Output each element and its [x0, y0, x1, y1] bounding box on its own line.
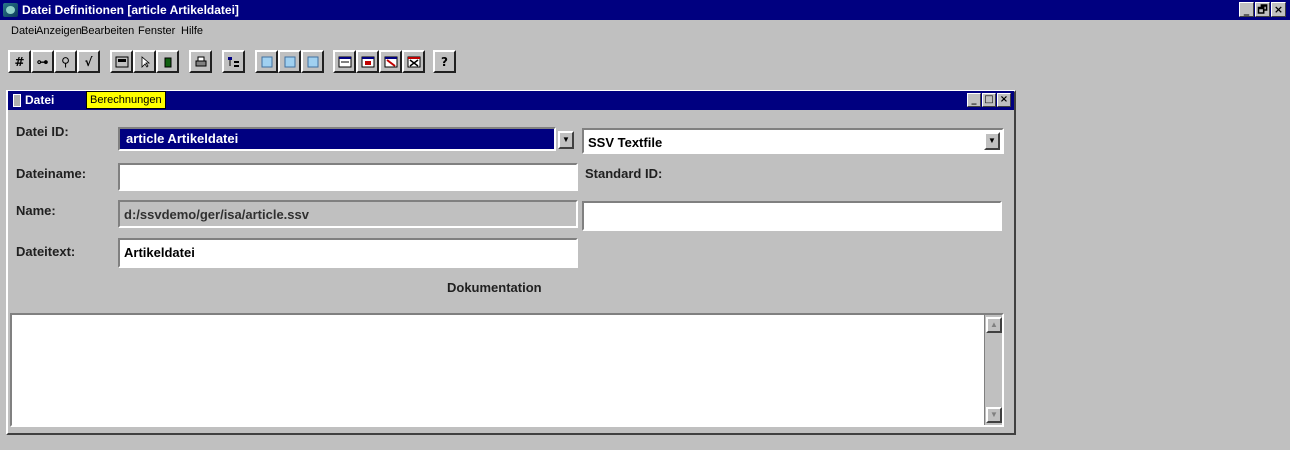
scroll-down-icon[interactable]: ▼ [986, 407, 1002, 423]
dateiname-label: Dateiname: [16, 166, 87, 181]
file-type-dropdown-icon[interactable]: ▼ [984, 132, 1000, 150]
name-label: Name: [16, 203, 56, 218]
page-icon[interactable] [278, 50, 301, 73]
app-icon[interactable] [3, 3, 18, 17]
datei-id-dropdown-icon[interactable]: ▼ [558, 131, 574, 149]
menu-anzeigen[interactable]: Anzeigen [36, 25, 82, 37]
menu-bar: Datei Anzeigen Bearbeiten Fenster Hilfe [0, 20, 1290, 42]
datei-id-field[interactable]: article Artikeldatei [118, 127, 556, 151]
dokumentation-label: Dokumentation [447, 280, 542, 295]
standard-id-input[interactable] [582, 201, 1002, 231]
dokumentation-textarea[interactable]: ▲ ▼ [10, 313, 1004, 427]
dokumentation-text [12, 315, 1002, 323]
file-type-select[interactable]: SSV Textfile [582, 128, 1004, 154]
help-icon[interactable]: ? [433, 50, 456, 73]
datei-id-label: Datei ID: [16, 124, 69, 139]
tree-icon[interactable] [222, 50, 245, 73]
menu-hilfe[interactable]: Hilfe [181, 25, 203, 37]
minimize-button[interactable]: _ [1239, 2, 1254, 17]
calculator-icon[interactable] [110, 50, 133, 73]
toolbar: # ⊶ ⚲ √ ? [0, 50, 1290, 74]
hash-icon[interactable]: # [8, 50, 31, 73]
standard-id-label: Standard ID: [585, 166, 663, 181]
window-icon[interactable] [402, 50, 425, 73]
tooltip: Berechnungen [86, 91, 166, 109]
file-type-value: SSV Textfile [588, 135, 663, 150]
search-icon[interactable]: ⚲ [54, 50, 77, 73]
close-button[interactable]: × [1271, 2, 1286, 17]
window-icon[interactable] [379, 50, 402, 73]
key-icon[interactable]: ⊶ [31, 50, 54, 73]
document-icon [13, 94, 21, 107]
dateitext-input[interactable]: Artikeldatei [118, 238, 578, 268]
window-icon[interactable] [333, 50, 356, 73]
scroll-up-icon[interactable]: ▲ [986, 317, 1002, 333]
print-icon[interactable] [189, 50, 212, 73]
page-icon[interactable] [301, 50, 324, 73]
name-field: d:/ssvdemo/ger/isa/article.ssv [118, 200, 578, 228]
datei-id-value: article Artikeldatei [120, 129, 554, 149]
vertical-scrollbar[interactable]: ▲ ▼ [984, 315, 1002, 425]
main-title-bar: Datei Definitionen [article Artikeldatei… [0, 0, 1290, 20]
child-close-button[interactable]: × [997, 93, 1011, 107]
check-icon[interactable]: √ [77, 50, 100, 73]
cursor-icon[interactable] [133, 50, 156, 73]
maximize-button[interactable]: 🗗 [1255, 2, 1270, 17]
window-icon[interactable] [356, 50, 379, 73]
dateiname-input[interactable] [118, 163, 578, 191]
page-icon[interactable] [255, 50, 278, 73]
menu-fenster[interactable]: Fenster [138, 25, 175, 37]
menu-datei[interactable]: Datei [11, 25, 37, 37]
child-minimize-button[interactable]: _ [967, 93, 981, 107]
window-title: Datei Definitionen [article Artikeldatei… [22, 3, 239, 17]
child-maximize-button[interactable]: □ [982, 93, 996, 107]
trash-icon[interactable] [156, 50, 179, 73]
dateitext-label: Dateitext: [16, 244, 76, 259]
menu-bearbeiten[interactable]: Bearbeiten [81, 25, 134, 37]
child-title: Datei [25, 93, 55, 107]
